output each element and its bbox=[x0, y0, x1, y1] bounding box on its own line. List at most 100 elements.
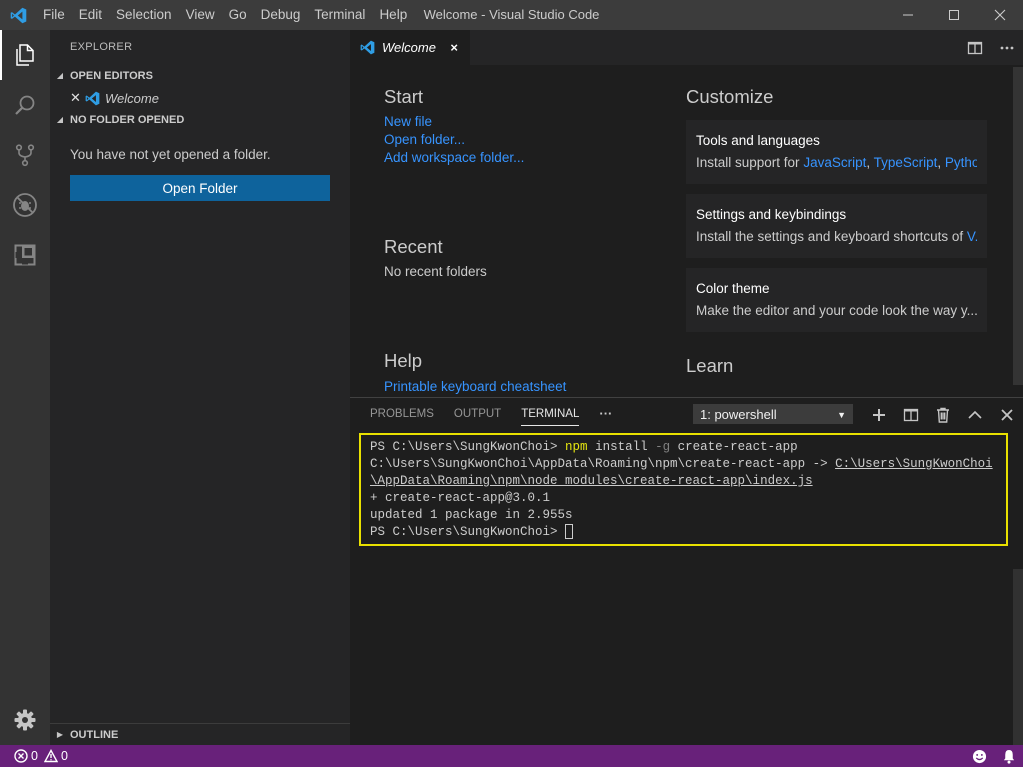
warning-icon bbox=[43, 749, 58, 763]
welcome-scrollbar[interactable] bbox=[1013, 67, 1023, 385]
panel-tabs: PROBLEMS OUTPUT TERMINAL ··· bbox=[350, 398, 622, 431]
panel-scrollbar[interactable] bbox=[1013, 569, 1023, 745]
menu-terminal[interactable]: Terminal bbox=[307, 0, 372, 30]
warnings-indicator: 0 bbox=[43, 749, 68, 763]
activity-debug[interactable] bbox=[0, 180, 50, 230]
terminal-line: PS C:\Users\SungKwonChoi> bbox=[370, 524, 997, 541]
help-heading: Help bbox=[384, 350, 423, 371]
python-link[interactable]: Pytho... bbox=[945, 155, 977, 170]
tab-terminal[interactable]: TERMINAL bbox=[511, 398, 589, 431]
terminal-text: C:\Users\SungKwonChoi\AppData\Roaming\np… bbox=[370, 457, 836, 471]
tools-languages-card[interactable]: Tools and languages Install support for … bbox=[686, 120, 987, 184]
activity-extensions[interactable] bbox=[0, 230, 50, 280]
close-icon[interactable]: ✕ bbox=[70, 90, 82, 106]
card-desc-text: Install support for bbox=[696, 155, 804, 170]
terminal-args: install bbox=[587, 440, 656, 454]
gear-icon bbox=[14, 709, 36, 731]
javascript-link[interactable]: JavaScript bbox=[803, 155, 866, 170]
activity-search[interactable] bbox=[0, 80, 50, 130]
terminal-select-value: 1: powershell bbox=[700, 407, 777, 422]
open-editor-item[interactable]: ✕ Welcome bbox=[50, 87, 350, 109]
terminal-args: create-react-app bbox=[670, 440, 798, 454]
maximize-button[interactable] bbox=[931, 0, 977, 30]
explorer-sidebar: EXPLORER ◢ OPEN EDITORS ✕ Welcome ◢ NO F… bbox=[50, 30, 350, 745]
maximize-icon bbox=[949, 10, 959, 20]
close-icon bbox=[994, 9, 1006, 21]
split-editor-icon bbox=[903, 408, 919, 421]
menu-view[interactable]: View bbox=[179, 0, 222, 30]
menu-file[interactable]: File bbox=[36, 0, 72, 30]
keyboard-cheatsheet-link[interactable]: Printable keyboard cheatsheet bbox=[384, 378, 664, 396]
typescript-link[interactable]: TypeScript bbox=[874, 155, 938, 170]
activity-settings[interactable] bbox=[0, 695, 50, 745]
feedback-button[interactable] bbox=[965, 745, 994, 767]
activity-bar bbox=[0, 30, 50, 745]
settings-keybindings-card[interactable]: Settings and keybindings Install the set… bbox=[686, 194, 987, 258]
errors-indicator: 0 bbox=[14, 749, 38, 763]
card-desc-text: Install the settings and keyboard shortc… bbox=[696, 229, 967, 244]
color-theme-card[interactable]: Color theme Make the editor and your cod… bbox=[686, 268, 987, 332]
tab-close-button[interactable]: × bbox=[450, 30, 458, 65]
error-icon bbox=[14, 749, 28, 763]
terminal-output[interactable]: PS C:\Users\SungKwonChoi> npm install -g… bbox=[359, 433, 1008, 546]
split-editor-icon bbox=[967, 41, 983, 54]
terminal-prompt: PS C:\Users\SungKwonChoi> bbox=[370, 525, 566, 539]
menu-selection[interactable]: Selection bbox=[109, 0, 179, 30]
panel-more-tabs-button[interactable]: ··· bbox=[589, 398, 622, 431]
vscode-file-icon bbox=[360, 40, 378, 55]
plus-icon bbox=[873, 408, 885, 421]
terminal-cursor bbox=[565, 524, 574, 539]
more-actions-button[interactable] bbox=[991, 30, 1023, 65]
new-file-link[interactable]: New file bbox=[384, 113, 664, 131]
new-terminal-button[interactable] bbox=[863, 398, 895, 431]
tab-welcome[interactable]: Welcome × bbox=[350, 30, 470, 65]
outline-header[interactable]: ▶ OUTLINE bbox=[50, 723, 350, 745]
split-terminal-button[interactable] bbox=[895, 398, 927, 431]
notifications-button[interactable] bbox=[994, 745, 1023, 767]
chevron-down-icon: ▼ bbox=[837, 410, 846, 420]
menu-help[interactable]: Help bbox=[372, 0, 414, 30]
chevron-down-icon: ◢ bbox=[56, 115, 64, 124]
activity-explorer[interactable] bbox=[0, 30, 50, 80]
warnings-count: 0 bbox=[60, 749, 68, 763]
tab-label: Welcome bbox=[382, 40, 436, 55]
tab-problems[interactable]: PROBLEMS bbox=[360, 398, 444, 431]
card-title: Color theme bbox=[696, 281, 770, 296]
chevron-up-icon bbox=[968, 410, 982, 419]
terminal-command: npm bbox=[565, 440, 588, 454]
split-editor-button[interactable] bbox=[959, 30, 991, 65]
welcome-left-column: Start New file Open folder... Add worksp… bbox=[384, 65, 664, 396]
close-panel-button[interactable] bbox=[991, 398, 1023, 431]
title-bar: File Edit Selection View Go Debug Termin… bbox=[0, 0, 1023, 30]
welcome-right-column: Customize Tools and languages Install su… bbox=[686, 65, 988, 377]
card-title: Settings and keybindings bbox=[696, 207, 847, 222]
terminal-select[interactable]: 1: powershell ▼ bbox=[693, 404, 853, 424]
card-description: Make the editor and your code look the w… bbox=[696, 303, 977, 318]
terminal-line: PS C:\Users\SungKwonChoi> npm install -g… bbox=[370, 439, 997, 456]
activity-source-control[interactable] bbox=[0, 130, 50, 180]
open-editors-header[interactable]: ◢ OPEN EDITORS bbox=[50, 65, 350, 87]
minimize-button[interactable] bbox=[885, 0, 931, 30]
status-bar: 0 0 bbox=[0, 745, 1023, 767]
close-window-button[interactable] bbox=[977, 0, 1023, 30]
no-folder-message: You have not yet opened a folder. bbox=[70, 147, 271, 162]
menu-go[interactable]: Go bbox=[222, 0, 254, 30]
menu-debug[interactable]: Debug bbox=[254, 0, 308, 30]
maximize-panel-button[interactable] bbox=[959, 398, 991, 431]
open-editor-label: Welcome bbox=[105, 90, 159, 106]
problems-status[interactable]: 0 0 bbox=[0, 749, 74, 763]
editor-actions bbox=[959, 30, 1023, 65]
no-folder-header[interactable]: ◢ NO FOLDER OPENED bbox=[50, 109, 350, 131]
keymap-link[interactable]: V... bbox=[967, 229, 977, 244]
minimize-icon bbox=[903, 14, 913, 16]
welcome-page: Start New file Open folder... Add worksp… bbox=[350, 65, 1023, 397]
kill-terminal-button[interactable] bbox=[927, 398, 959, 431]
open-folder-button[interactable]: Open Folder bbox=[70, 175, 330, 201]
open-folder-link[interactable]: Open folder... bbox=[384, 131, 664, 149]
tab-output[interactable]: OUTPUT bbox=[444, 398, 511, 431]
add-workspace-folder-link[interactable]: Add workspace folder... bbox=[384, 149, 664, 167]
learn-heading: Learn bbox=[686, 355, 734, 376]
menu-edit[interactable]: Edit bbox=[72, 0, 109, 30]
search-icon bbox=[15, 95, 35, 115]
terminal-line: + create-react-app@3.0.1 bbox=[370, 491, 551, 505]
